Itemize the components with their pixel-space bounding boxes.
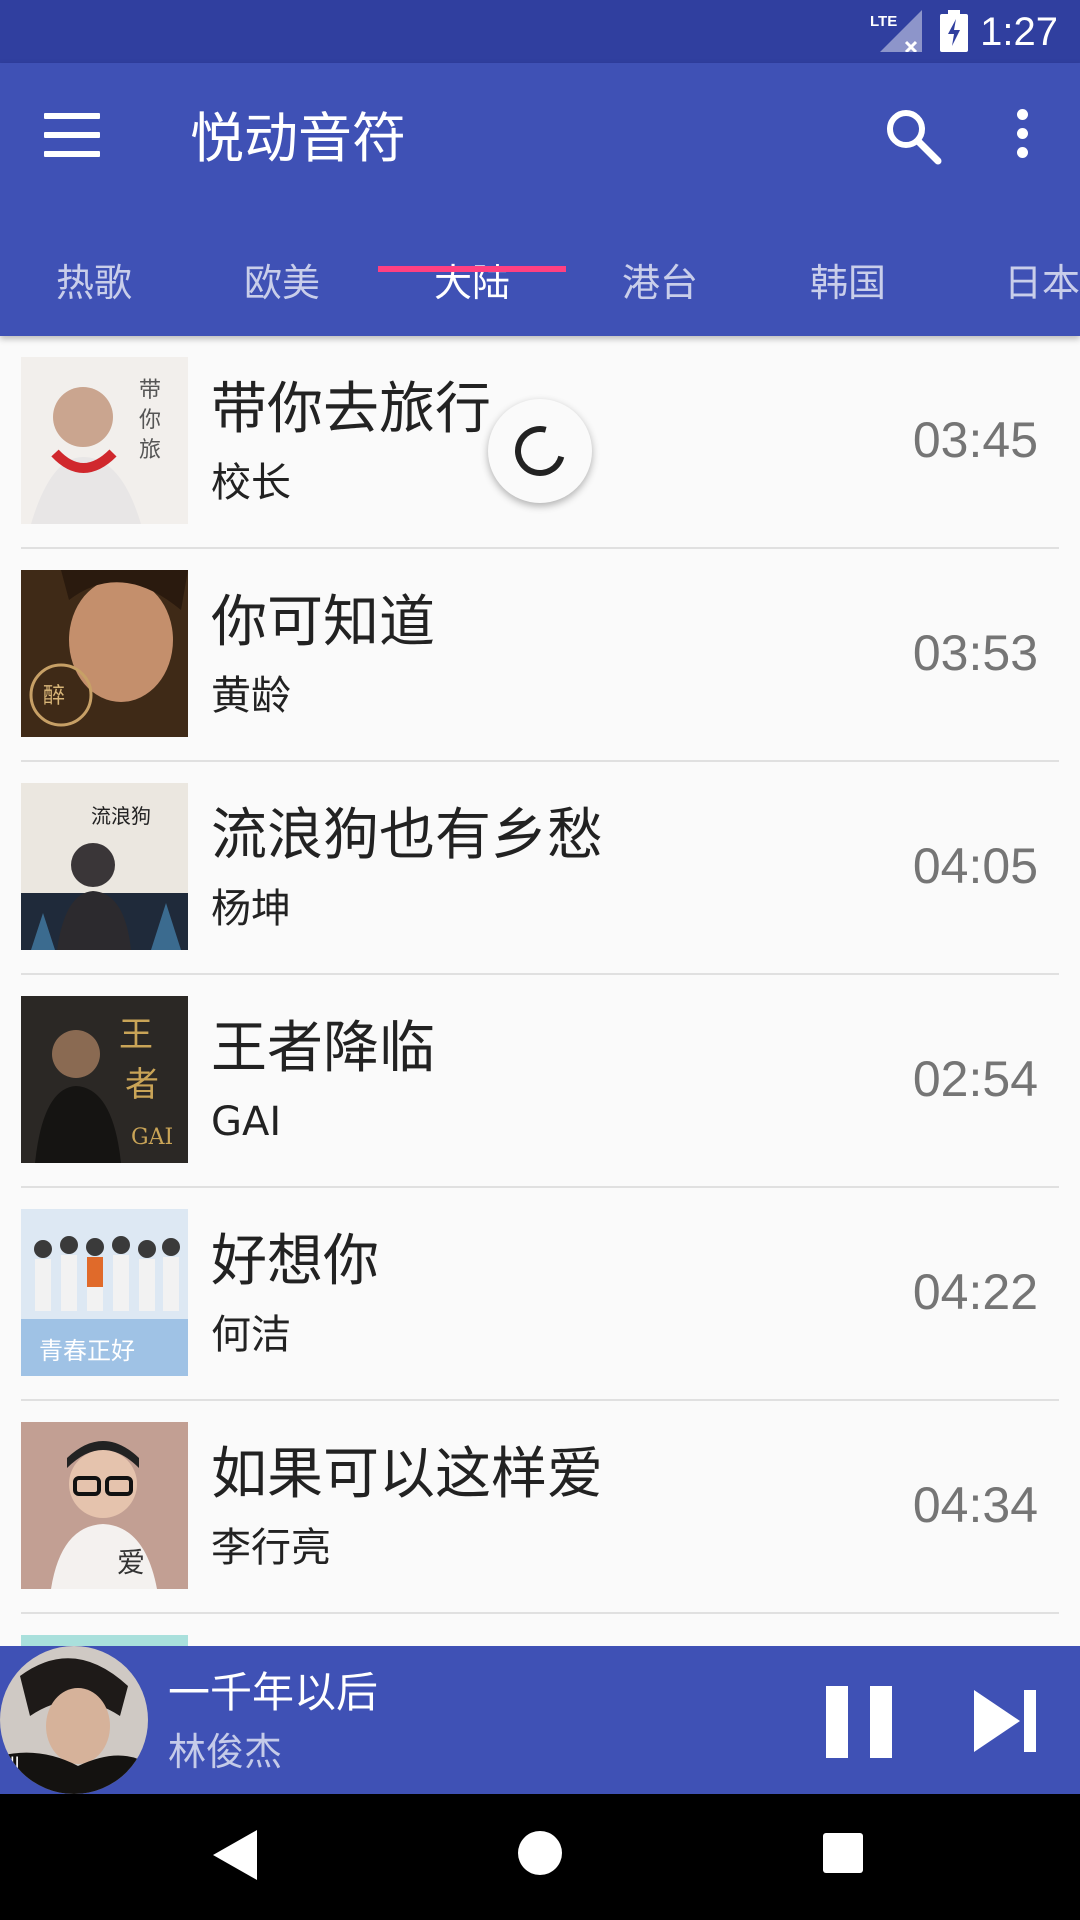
- svg-text:LTE: LTE: [870, 13, 897, 30]
- song-duration: 03:45: [912, 412, 1038, 468]
- app-bar: 悦动音符 热歌 欧美 大陆 港台 韩国 日本: [0, 63, 1080, 336]
- song-title: 带你去旅行: [211, 377, 491, 442]
- status-bar: LTE 1:27: [0, 0, 1080, 63]
- list-item[interactable]: 流浪狗 流浪狗也有乡愁 杨坤 04:05: [0, 762, 1080, 975]
- battery-charging-icon: [940, 10, 968, 52]
- svg-text:旅: 旅: [139, 438, 161, 463]
- pause-icon[interactable]: [826, 1686, 892, 1758]
- list-item[interactable]: 醉 你可知道 黄龄 03:53: [0, 549, 1080, 762]
- search-icon[interactable]: [882, 105, 944, 167]
- more-vert-icon[interactable]: [1002, 109, 1042, 169]
- song-artist: 杨坤: [211, 886, 291, 932]
- app-title: 悦动音符: [190, 107, 406, 170]
- list-item[interactable]: 青春正好 好想你 何洁 04:22: [0, 1188, 1080, 1401]
- tab-western[interactable]: 欧美: [188, 243, 376, 336]
- song-duration: 04:22: [912, 1264, 1038, 1320]
- song-artist: 李行亮: [211, 1525, 331, 1571]
- svg-text:者: 者: [125, 1065, 159, 1105]
- song-title: 好想你: [211, 1229, 379, 1294]
- system-nav-bar: [0, 1794, 1080, 1920]
- svg-text:GAI: GAI: [131, 1125, 173, 1150]
- album-cover: 王 者 GAI: [21, 996, 188, 1163]
- now-playing-artist: 林俊杰: [168, 1730, 283, 1774]
- song-artist: 校长: [211, 460, 291, 506]
- tab-bar: 热歌 欧美 大陆 港台 韩国 日本: [0, 243, 1080, 336]
- svg-text:带: 带: [139, 378, 161, 403]
- song-title: 流浪狗也有乡愁: [211, 803, 603, 868]
- svg-text:你: 你: [139, 408, 161, 433]
- album-cover: [21, 1635, 188, 1646]
- back-icon[interactable]: [213, 1830, 257, 1880]
- album-cover: 流浪狗: [21, 783, 188, 950]
- now-playing-bar[interactable]: JJ 一千年以后 林俊杰: [0, 1646, 1080, 1794]
- song-title: 王者降临: [211, 1016, 435, 1081]
- song-title: 你可知道: [211, 590, 435, 655]
- tab-hot[interactable]: 热歌: [0, 243, 188, 336]
- svg-text:醉: 醉: [43, 684, 65, 709]
- song-duration: 04:05: [912, 838, 1038, 894]
- clock: 1:27: [980, 10, 1058, 54]
- svg-text:JJ: JJ: [9, 1753, 19, 1772]
- svg-text:王: 王: [119, 1015, 153, 1055]
- home-icon[interactable]: [518, 1831, 562, 1875]
- tab-korea[interactable]: 韩国: [754, 243, 942, 336]
- loading-spinner: [488, 399, 592, 503]
- menu-icon[interactable]: [44, 113, 100, 163]
- recents-icon[interactable]: [823, 1833, 863, 1873]
- song-duration: 04:34: [912, 1477, 1038, 1533]
- song-duration: 02:54: [912, 1051, 1038, 1107]
- song-artist: GAI: [211, 1099, 282, 1145]
- lte-signal-icon: LTE: [870, 10, 922, 52]
- song-duration: 03:53: [912, 625, 1038, 681]
- svg-text:青春正好: 青春正好: [39, 1337, 135, 1365]
- album-cover: 青春正好: [21, 1209, 188, 1376]
- skip-next-icon[interactable]: [972, 1688, 1040, 1754]
- now-playing-cover[interactable]: JJ: [0, 1646, 148, 1794]
- progress-ring-icon: [505, 416, 575, 486]
- album-cover: 醉: [21, 570, 188, 737]
- tab-mainland[interactable]: 大陆: [378, 243, 566, 336]
- now-playing-title: 一千年以后: [168, 1668, 379, 1717]
- list-item[interactable]: [0, 1614, 1080, 1646]
- album-cover: 带 你 旅: [21, 357, 188, 524]
- song-list[interactable]: 带 你 旅 带你去旅行 校长 03:45 醉 你可知道 黄龄 03:53 流浪狗: [0, 336, 1080, 1646]
- list-item[interactable]: 王 者 GAI 王者降临 GAI 02:54: [0, 975, 1080, 1188]
- tab-indicator: [378, 266, 566, 272]
- song-title: 如果可以这样爱: [211, 1442, 603, 1507]
- album-cover: 爱: [21, 1422, 188, 1589]
- list-item[interactable]: 爱 如果可以这样爱 李行亮 04:34: [0, 1401, 1080, 1614]
- svg-text:爱: 爱: [117, 1546, 145, 1579]
- tab-hk-tw[interactable]: 港台: [566, 243, 754, 336]
- tab-japan[interactable]: 日本: [944, 243, 1080, 336]
- song-artist: 何洁: [211, 1312, 291, 1358]
- svg-text:流浪狗: 流浪狗: [91, 804, 151, 828]
- song-artist: 黄龄: [211, 673, 291, 719]
